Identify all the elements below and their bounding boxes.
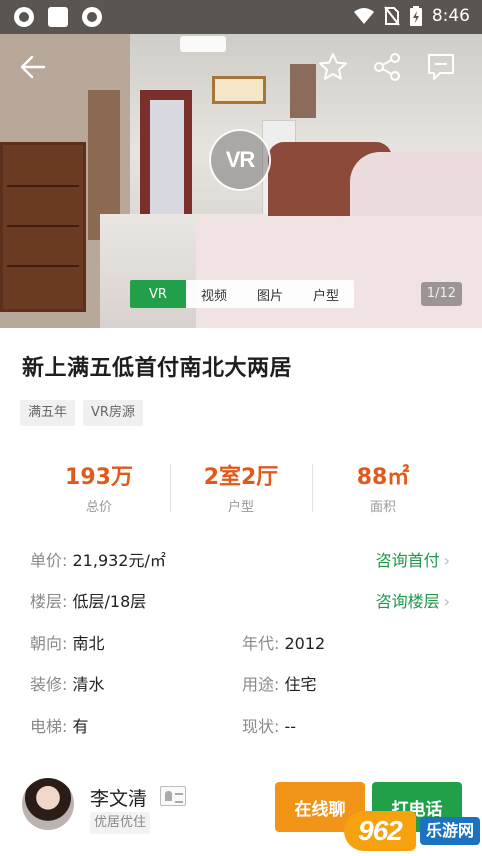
photo-page-counter: 1/12: [420, 282, 462, 306]
detail-value: 2012: [284, 634, 326, 653]
agent-company: 优居优住: [90, 812, 151, 834]
agent-avatar[interactable]: [22, 778, 74, 830]
detail-unit-price: 单价: 21,932元/㎡ 咨询首付 ›: [30, 549, 460, 573]
notification-square-icon: [48, 7, 68, 27]
stat-value: 193万: [65, 465, 133, 490]
business-card-icon[interactable]: [160, 786, 186, 806]
status-bar: 8:46: [0, 0, 482, 34]
photo-cabinet: [0, 142, 86, 312]
tab-vr[interactable]: VR: [130, 280, 186, 308]
detail-label: 用途:: [242, 675, 280, 694]
listing-title: 新上满五低首付南北大两居: [22, 356, 293, 381]
notification-app-icon-2: [82, 7, 102, 27]
chevron-right-icon: ›: [443, 592, 450, 611]
wifi-icon: [353, 8, 374, 24]
tag-five-years: 满五年: [20, 400, 76, 426]
detail-value: 21,932元/㎡: [72, 551, 166, 570]
detail-label: 装修:: [30, 675, 68, 694]
detail-year: 年代: 2012: [242, 632, 325, 656]
message-icon: [428, 54, 454, 80]
stat-area: 88㎡ 面积: [312, 462, 454, 518]
agent-name[interactable]: 李文清: [90, 784, 147, 811]
vr-play-button[interactable]: VR: [209, 129, 271, 191]
favorite-button[interactable]: [316, 50, 350, 84]
stat-label: 面积: [369, 500, 396, 515]
detail-elevator-status: 电梯: 有 现状: --: [30, 715, 460, 739]
notification-app-icon: [14, 7, 34, 27]
no-sim-icon: [384, 6, 400, 26]
back-button[interactable]: [16, 50, 50, 84]
detail-decoration-usage: 装修: 清水 用途: 住宅: [30, 673, 460, 697]
consult-down-payment-link[interactable]: 咨询首付 ›: [376, 549, 450, 573]
listing-tags: 满五年 VR房源: [20, 400, 143, 426]
message-button[interactable]: [424, 50, 458, 84]
stat-label: 户型: [227, 500, 254, 515]
detail-value: 清水: [72, 675, 105, 694]
detail-label: 单价:: [30, 551, 68, 570]
tab-photos[interactable]: 图片: [242, 280, 298, 308]
listing-photo[interactable]: VR VR 视频 图片 户型 1/12: [0, 34, 482, 328]
consult-label: 咨询首付: [375, 551, 440, 570]
tag-vr-listing: VR房源: [83, 400, 143, 426]
stat-total-price: 193万 总价: [28, 462, 170, 518]
share-icon: [374, 53, 400, 81]
detail-value: --: [284, 717, 297, 736]
detail-label: 现状:: [242, 717, 280, 736]
photo-painting-2: [290, 64, 316, 118]
photo-doorway-inner: [150, 100, 184, 230]
detail-label: 年代:: [242, 634, 280, 653]
watermark-text: 乐游网: [420, 817, 481, 845]
detail-status: 现状: --: [242, 715, 296, 739]
chevron-right-icon: ›: [443, 551, 450, 570]
photo-light: [180, 36, 226, 52]
status-right: 8:46: [353, 6, 470, 26]
key-stats: 193万 总价 2室2厅 户型 88㎡ 面积: [28, 462, 454, 518]
detail-value: 住宅: [284, 675, 317, 694]
battery-icon: [409, 6, 422, 26]
share-button[interactable]: [370, 50, 404, 84]
watermark-mark: 962: [344, 811, 416, 851]
detail-value: 有: [72, 717, 89, 736]
star-icon: [319, 53, 347, 80]
stat-value: 88㎡: [356, 465, 410, 490]
stat-label: 总价: [85, 500, 112, 515]
photo-painting: [212, 76, 266, 104]
detail-floor: 楼层: 低层/18层 咨询楼层 ›: [30, 590, 460, 614]
detail-label: 楼层:: [30, 592, 68, 611]
detail-usage: 用途: 住宅: [242, 673, 317, 697]
detail-label: 电梯:: [30, 717, 68, 736]
status-time: 8:46: [431, 6, 470, 26]
photo-bed-cover: [196, 216, 482, 328]
consult-floor-link[interactable]: 咨询楼层 ›: [376, 590, 450, 614]
tab-floorplan[interactable]: 户型: [298, 280, 354, 308]
detail-label: 朝向:: [30, 634, 68, 653]
detail-value: 低层/18层: [72, 592, 147, 611]
stat-layout: 2室2厅 户型: [170, 462, 312, 518]
tab-video[interactable]: 视频: [186, 280, 242, 308]
arrow-left-icon: [20, 55, 46, 79]
status-notifications: [14, 7, 102, 27]
detail-orientation-year: 朝向: 南北 年代: 2012: [30, 632, 460, 656]
consult-label: 咨询楼层: [375, 592, 440, 611]
stat-value: 2室2厅: [203, 465, 279, 490]
detail-value: 南北: [72, 634, 105, 653]
watermark-logo: 962 乐游网: [344, 806, 482, 856]
media-tabs: VR 视频 图片 户型: [130, 280, 354, 308]
